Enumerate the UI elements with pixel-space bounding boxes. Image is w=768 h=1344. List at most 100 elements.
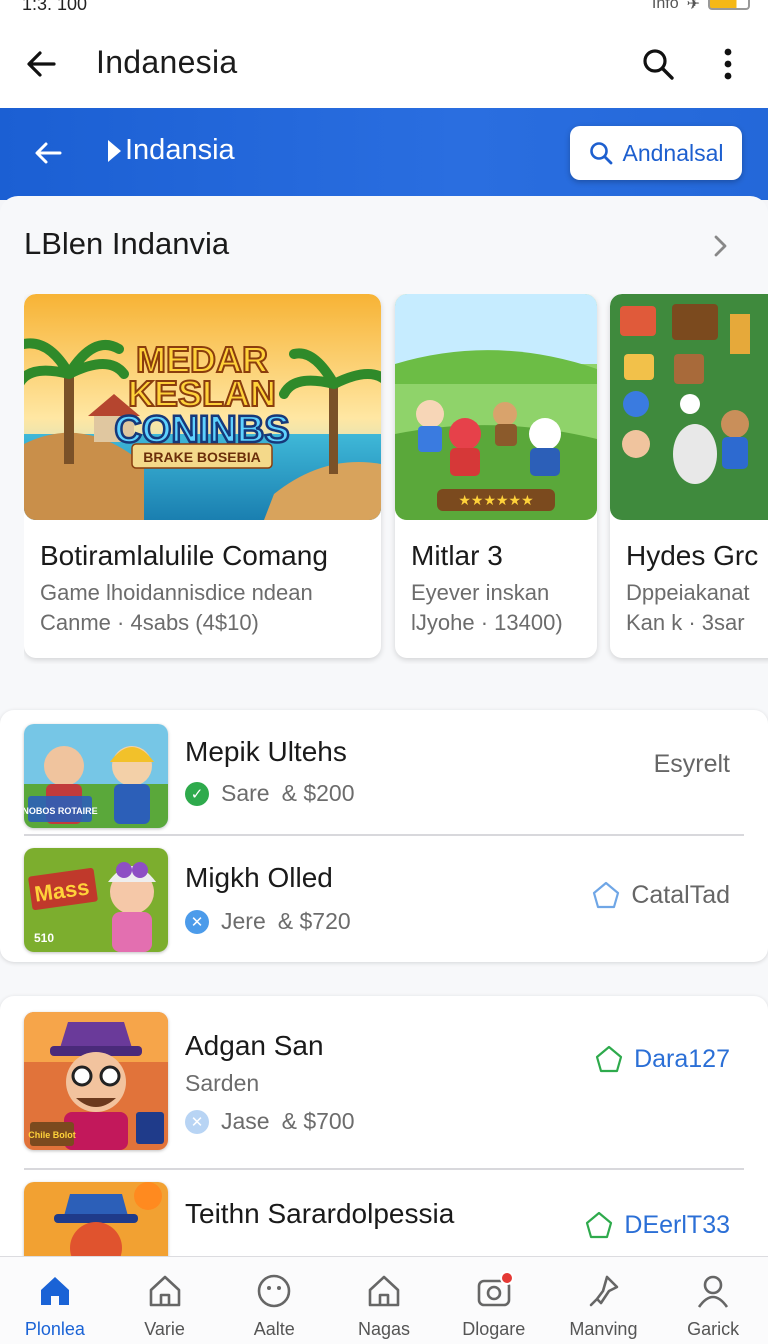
list-item[interactable]: Mass 510 Migkh Olled ✕ Jere & $720 Catal… (0, 836, 768, 960)
card-meta: Canme · 4sabs (4$10) (40, 610, 259, 635)
bottom-navigation: Plonlea Varie Aalte Nagas Dlogare Manvin… (0, 1256, 768, 1344)
list-item[interactable]: NOBOS ROTAIRE Mepik Ultehs ✓ Sare & $200… (0, 710, 768, 834)
check-badge-icon: ✓ (185, 781, 209, 806)
battery-icon (708, 0, 750, 10)
back-arrow-icon[interactable] (22, 44, 62, 84)
country-banner: Indansia Andnalsal (0, 108, 768, 200)
game-cover-image: ★★★★★★ (395, 294, 597, 520)
game-name: Adgan San (185, 1030, 324, 1061)
row-action-label: CatalTad (631, 880, 730, 909)
house-outline-icon (368, 1275, 400, 1307)
status-right: Info ✈ (652, 0, 750, 14)
game-meta: ✕ Jase & $700 (185, 1108, 355, 1135)
card-title: Botiramlalulile Comang (40, 540, 328, 571)
game-price: & $720 (277, 908, 351, 934)
signal-icon: ✈ (686, 0, 700, 13)
game-status: Sare (221, 780, 270, 806)
card-title: Hydes Grc (626, 540, 759, 571)
card-description: Game lhoidannisdice ndean (40, 580, 313, 605)
tag-icon (593, 881, 620, 909)
section-title: LBlen Indanvia (24, 226, 230, 261)
banner-search-button[interactable]: Andnalsal (570, 126, 742, 180)
row-action-button[interactable]: Dara127 (594, 1044, 730, 1074)
game-status: Jase (221, 1108, 270, 1134)
play-triangle-icon (108, 139, 121, 162)
smiley-icon (257, 1274, 291, 1308)
game-name: Migkh Olled (185, 862, 333, 893)
top-app-bar: Indanesia (0, 14, 768, 108)
tag-icon (586, 1211, 613, 1239)
house-outline-icon (149, 1275, 180, 1307)
game-meta: ✓ Sare & $200 (185, 780, 355, 807)
cover-title-line-2: KESLAN (128, 373, 276, 414)
game-list-group: NOBOS ROTAIRE Mepik Ultehs ✓ Sare & $200… (0, 710, 768, 962)
game-subtitle: Sarden (185, 1070, 260, 1096)
row-action-label: Esyrelt (653, 750, 730, 778)
status-text: Info (651, 0, 679, 12)
pin-icon (590, 1275, 619, 1307)
thumbnail-number: 510 (34, 931, 54, 945)
row-action-label: Dara127 (634, 1044, 730, 1073)
status-bar: 1:3. 100 Info ✈ (0, 0, 768, 14)
nav-item-aalte[interactable]: Aalte (219, 1257, 329, 1344)
game-thumbnail: NOBOS ROTAIRE (24, 724, 168, 828)
nav-item-manving[interactable]: Manving (549, 1257, 659, 1344)
nav-item-nagas[interactable]: Nagas (329, 1257, 439, 1344)
game-cover-image (610, 294, 768, 520)
search-icon[interactable] (638, 44, 678, 84)
game-thumbnail: Chile Bolot (24, 1012, 168, 1150)
chevron-right-icon[interactable] (706, 232, 734, 260)
card-meta: Kan k · 3sar (626, 610, 745, 635)
card-description: Eyever inskan (411, 580, 550, 605)
status-time: 1:3. 100 (22, 0, 88, 14)
row-action-label: DEerlT33 (624, 1210, 730, 1239)
content-sheet: LBlen Indanvia MEDAR KESLAN CONINBS BRAK… (0, 196, 768, 1286)
featured-card[interactable]: MEDAR KESLAN CONINBS BRAKE BOSEBIA Botir… (24, 294, 381, 658)
app-screen: 1:3. 100 Info ✈ Indanesia Indansia Andna… (0, 0, 768, 1344)
featured-carousel[interactable]: MEDAR KESLAN CONINBS BRAKE BOSEBIA Botir… (24, 294, 768, 664)
nav-item-dlogare[interactable]: Dlogare (439, 1257, 549, 1344)
search-icon (590, 142, 613, 165)
nav-label: Plonlea (24, 1319, 85, 1339)
nav-label: Manving (569, 1319, 638, 1339)
nav-item-varie[interactable]: Varie (110, 1257, 220, 1344)
row-action-button[interactable]: CatalTad (591, 880, 730, 910)
row-action-button[interactable]: DEerlT33 (584, 1210, 730, 1240)
game-list-group: Chile Bolot Adgan San Sarden ✕ Jase & $7… (0, 996, 768, 1286)
banner-button-label: Andnalsal (622, 139, 724, 166)
nav-label: Varie (144, 1319, 185, 1339)
nav-label: Garick (687, 1319, 740, 1339)
notification-dot (499, 1271, 514, 1285)
camera-icon (474, 1271, 514, 1311)
banner-title-text: Indansia (125, 134, 235, 166)
thumbnail-label: NOBOS ROTAIRE (24, 806, 98, 816)
card-description: Dppeiakanat (626, 580, 750, 605)
page-title: Indanesia (96, 44, 238, 80)
nav-label: Aalte (253, 1319, 295, 1339)
nav-item-garick[interactable]: Garick (658, 1257, 768, 1344)
card-title: Mitlar 3 (411, 540, 503, 571)
person-icon (698, 1275, 729, 1308)
banner-title: Indansia (108, 134, 235, 167)
svg-text:★★★★★★: ★★★★★★ (458, 493, 533, 509)
cover-subtitle: BRAKE BOSEBIA (143, 449, 260, 465)
game-thumbnail: Mass 510 (24, 848, 168, 952)
game-name: Teithn Sarardolpessia (185, 1198, 455, 1229)
game-meta: ✕ Jere & $720 (185, 908, 351, 935)
banner-back-icon[interactable] (30, 134, 68, 172)
game-cover-image: MEDAR KESLAN CONINBS BRAKE BOSEBIA (24, 294, 381, 520)
game-price: & $700 (281, 1108, 355, 1134)
list-item[interactable]: Chile Bolot Adgan San Sarden ✕ Jase & $7… (0, 996, 768, 1168)
row-action-button[interactable]: Esyrelt (654, 750, 730, 779)
home-icon (40, 1277, 69, 1305)
game-name: Mepik Ultehs (185, 736, 347, 767)
nav-item-plonlea[interactable]: Plonlea (0, 1257, 110, 1344)
verified-badge-icon: ✕ (185, 1109, 209, 1134)
featured-card[interactable]: ★★★★★★ Mitlar 3 Eyever inskan lJyohe · 1… (395, 294, 597, 658)
nav-label: Dlogare (462, 1319, 526, 1339)
featured-card[interactable]: Hydes Grc Dppeiakanat Kan k · 3sar (610, 294, 768, 658)
card-meta: lJyohe · 13400) (411, 610, 563, 635)
tag-icon (595, 1045, 623, 1073)
game-status: Jere (221, 908, 266, 934)
more-vert-icon[interactable] (708, 44, 748, 84)
